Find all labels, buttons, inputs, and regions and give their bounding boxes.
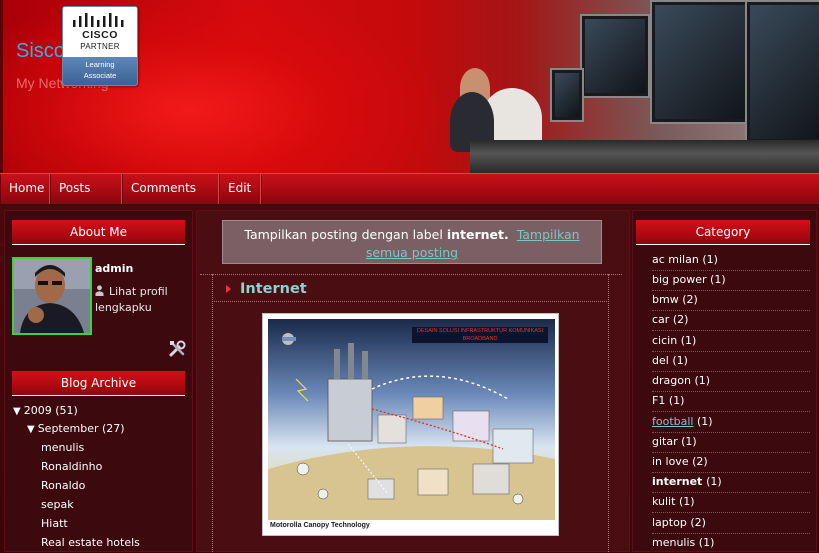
category-label[interactable]: bmw — [652, 293, 679, 306]
archive-post-link[interactable]: Real estate hotels — [41, 536, 140, 549]
category-label[interactable]: laptop — [652, 516, 687, 529]
post-title-divider — [212, 301, 609, 302]
about-me-title: About Me — [12, 220, 185, 245]
category-count: (1) — [678, 495, 695, 508]
category-label[interactable]: ac milan — [652, 253, 699, 266]
monitor-graphic — [550, 68, 584, 122]
nav-comments-rss[interactable]: Comments RSS — [123, 174, 220, 223]
image-caption: Motorolla Canopy Technology — [268, 520, 555, 532]
category-title: Category — [636, 220, 810, 245]
archive-month-label[interactable]: September — [38, 422, 99, 435]
category-count: (1) — [668, 394, 685, 407]
logo-partner: PARTNER — [80, 42, 120, 51]
category-label[interactable]: dragon — [652, 374, 691, 387]
archive-year-count: (51) — [55, 404, 78, 417]
category-item[interactable]: bmw (2) — [652, 290, 810, 311]
category-count: (1) — [694, 374, 711, 387]
archive-month-count: (27) — [102, 422, 125, 435]
nav-posts-rss[interactable]: Posts RSS — [51, 174, 123, 223]
category-item[interactable]: kulit (1) — [652, 492, 810, 513]
category-count: (1) — [710, 273, 726, 286]
cisco-partner-logo: CISCO PARTNER Learning Associate — [62, 6, 138, 86]
category-item[interactable]: in love (2) — [652, 452, 810, 473]
category-count: (1) — [696, 415, 713, 428]
blog-archive-title: Blog Archive — [12, 371, 185, 396]
archive-year-label[interactable]: 2009 — [24, 404, 52, 417]
category-count: (1) — [698, 536, 715, 549]
category-item[interactable]: laptop (2) — [652, 513, 810, 534]
category-label[interactable]: menulis — [652, 536, 695, 549]
monitor-graphic — [650, 0, 754, 124]
archive-post-link[interactable]: Ronaldinho — [41, 460, 102, 473]
monitor-graphic — [580, 14, 650, 98]
category-item[interactable]: ac milan (1) — [652, 250, 810, 271]
category-label[interactable]: gitar — [652, 435, 678, 448]
network-illustration — [268, 333, 555, 532]
category-count: (1) — [706, 475, 722, 488]
post-image[interactable]: DESAIN SOLUSI INFRASTRUKTUR KOMUNIKASI B… — [262, 313, 559, 536]
label-prefix: Tampilkan posting dengan label — [244, 227, 443, 242]
category-item[interactable]: gitar (1) — [652, 432, 810, 453]
post-title[interactable]: Internet — [240, 281, 307, 297]
tools-icon[interactable] — [168, 340, 186, 358]
nav-bar: Home Posts RSS Comments RSS Edit — [0, 173, 819, 223]
logo-line2: Associate — [83, 71, 117, 80]
category-label[interactable]: football — [652, 415, 693, 428]
category-label[interactable]: in love — [652, 455, 689, 468]
avatar[interactable] — [12, 257, 92, 335]
arrow-right-icon — [226, 285, 231, 293]
category-item-current: internet (1) — [652, 472, 810, 493]
category-label[interactable]: F1 — [652, 394, 665, 407]
category-item[interactable]: big power (1) — [652, 270, 810, 291]
network-diagram-image: DESAIN SOLUSI INFRASTRUKTUR KOMUNIKASI B… — [268, 319, 555, 532]
header-edge — [0, 0, 3, 173]
category-count: (1) — [680, 334, 697, 347]
cisco-bars-icon — [73, 13, 124, 27]
category-label[interactable]: kulit — [652, 495, 675, 508]
category-item[interactable]: dragon (1) — [652, 371, 810, 392]
nav-home[interactable]: Home — [0, 174, 51, 204]
archive-post-link[interactable]: menulis — [41, 441, 84, 454]
site-title[interactable]: Sisco — [16, 40, 65, 63]
archive-post-link[interactable]: sepak — [41, 498, 74, 511]
triangle-down-icon[interactable]: ▼ — [13, 406, 21, 417]
person-icon — [95, 285, 104, 296]
category-count: (1) — [702, 253, 718, 266]
category-count: (1) — [681, 435, 697, 448]
category-count: (2) — [690, 516, 706, 529]
category-label: internet — [652, 475, 703, 488]
category-label[interactable]: car — [652, 313, 669, 326]
triangle-down-icon[interactable]: ▼ — [27, 424, 35, 435]
label-filter-notice: Tampilkan posting dengan label internet.… — [222, 220, 602, 264]
logo-line1: Learning — [85, 60, 115, 69]
monitor-graphic — [745, 0, 819, 144]
admin-name[interactable]: admin — [95, 262, 133, 275]
logo-brand: CISCO — [82, 29, 118, 41]
profile-link[interactable]: Lihat profil lengkapku — [95, 284, 183, 316]
label-name: internet. — [446, 227, 509, 242]
archive-year[interactable]: ▼ 2009 (51) — [13, 404, 78, 417]
category-label[interactable]: cicin — [652, 334, 677, 347]
desk-graphic — [470, 140, 819, 173]
category-item[interactable]: del (1) — [652, 351, 810, 372]
category-item[interactable]: car (2) — [652, 310, 810, 331]
category-label[interactable]: del — [652, 354, 669, 367]
nav-edit[interactable]: Edit — [220, 174, 262, 204]
category-count: (2) — [682, 293, 698, 306]
avatar-photo — [14, 259, 90, 333]
category-count: (2) — [672, 313, 689, 326]
category-item[interactable]: F1 (1) — [652, 391, 810, 412]
category-item[interactable]: football (1) — [652, 412, 810, 433]
archive-post-link[interactable]: Hiatt — [41, 517, 68, 530]
category-count: (1) — [672, 354, 688, 367]
archive-post-link[interactable]: Ronaldo — [41, 479, 85, 492]
category-label[interactable]: big power — [652, 273, 707, 286]
category-item[interactable]: cicin (1) — [652, 331, 810, 352]
category-item[interactable]: menulis (1) — [652, 533, 810, 553]
archive-month[interactable]: ▼ September (27) — [27, 422, 125, 435]
blog-header: Sisco My Networking CISCO PARTNER Learni… — [0, 0, 819, 173]
profile-link-label: Lihat profil lengkapku — [95, 285, 168, 314]
category-count: (2) — [692, 455, 708, 468]
